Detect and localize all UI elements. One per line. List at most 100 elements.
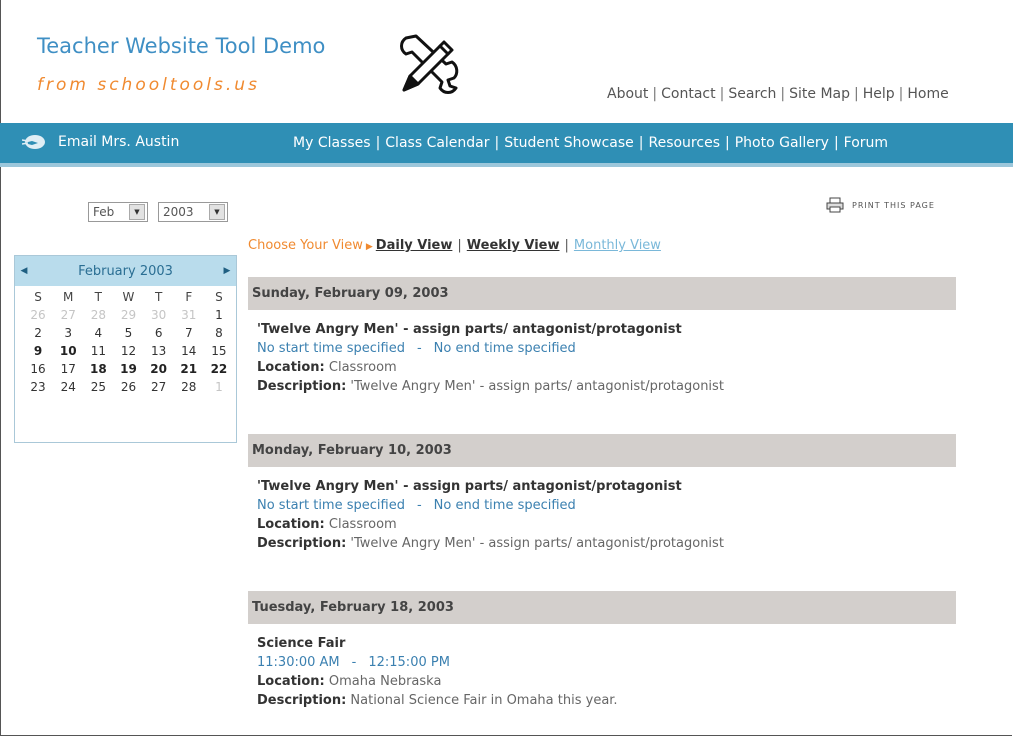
calendar-day[interactable]: 24 <box>53 380 83 394</box>
monthly-view-link[interactable]: Monthly View <box>574 238 661 253</box>
event-item: 'Twelve Angry Men' - assign parts/ antag… <box>248 310 956 396</box>
event-description-label: Description: <box>257 693 347 708</box>
calendar-day[interactable]: 16 <box>23 362 53 376</box>
calendar-day[interactable]: 10 <box>53 344 83 358</box>
calendar-day[interactable]: 15 <box>204 344 234 358</box>
day-header: Tuesday, February 18, 2003 <box>248 591 956 624</box>
calendar-day[interactable]: 1 <box>204 308 234 322</box>
weekday-label: T <box>154 290 163 304</box>
weekday-label: M <box>63 290 74 304</box>
month-select[interactable]: Feb ▼ <box>88 202 148 222</box>
print-page-label: PRINT THIS PAGE <box>852 200 935 210</box>
calendar-day[interactable]: 4 <box>83 326 113 340</box>
mini-calendar-title: February 2003 <box>78 263 173 279</box>
day-header: Sunday, February 09, 2003 <box>248 277 956 310</box>
weekday-label: W <box>122 290 135 304</box>
top-nav-contact[interactable]: Contact <box>661 86 715 102</box>
arrow-right-icon: ▶ <box>365 242 373 252</box>
site-title[interactable]: Teacher Website Tool Demo <box>37 34 325 58</box>
calendar-day[interactable]: 26 <box>23 308 53 322</box>
day-header: Monday, February 10, 2003 <box>248 434 956 467</box>
nav-photo-gallery[interactable]: Photo Gallery <box>735 135 829 151</box>
weekly-view-link[interactable]: Weekly View <box>467 238 560 253</box>
nav-class-calendar[interactable]: Class Calendar <box>385 135 489 151</box>
event-description: Description: 'Twelve Angry Men' - assign… <box>257 377 956 396</box>
calendar-day[interactable]: 17 <box>53 362 83 376</box>
calendar-day[interactable]: 12 <box>113 344 143 358</box>
calendar-day[interactable]: 18 <box>83 362 113 376</box>
top-nav-about[interactable]: About <box>607 86 648 102</box>
site-subtitle[interactable]: from schooltools.us <box>37 75 260 95</box>
event-description-label: Description: <box>257 536 347 551</box>
event-location-value: Classroom <box>328 360 397 375</box>
event-description-value: 'Twelve Angry Men' - assign parts/ antag… <box>350 536 724 551</box>
calendar-day[interactable]: 5 <box>113 326 143 340</box>
top-nav-site-map[interactable]: Site Map <box>789 86 850 102</box>
calendar-day[interactable]: 31 <box>174 308 204 322</box>
year-select-value: 2003 <box>163 205 194 219</box>
calendar-day[interactable]: 1 <box>204 380 234 394</box>
calendar-day[interactable]: 8 <box>204 326 234 340</box>
event-location: Location: Omaha Nebraska <box>257 672 956 691</box>
prev-month-icon[interactable]: ◀ <box>15 266 33 276</box>
calendar-day[interactable]: 13 <box>144 344 174 358</box>
calendar-day[interactable]: 28 <box>174 380 204 394</box>
event-description-label: Description: <box>257 379 347 394</box>
top-nav-home[interactable]: Home <box>907 86 948 102</box>
weekday-label: F <box>185 290 193 304</box>
calendar-day[interactable]: 3 <box>53 326 83 340</box>
calendar-day[interactable]: 14 <box>174 344 204 358</box>
top-nav-help[interactable]: Help <box>863 86 895 102</box>
pencil-wrench-icon <box>400 34 459 94</box>
weekday-label: T <box>94 290 103 304</box>
event-location: Location: Classroom <box>257 515 956 534</box>
email-icon <box>22 135 45 149</box>
top-nav: About | Contact | Search | Site Map | Help | Home <box>607 86 949 102</box>
daily-view-link[interactable]: Daily View <box>376 238 453 253</box>
calendar-day[interactable]: 20 <box>144 362 174 376</box>
mini-calendar: ◀ February 2003 ▶ S M T W T F S 26 27 28 29 30 31 1 2 3… <box>14 255 237 443</box>
calendar-day[interactable]: 23 <box>23 380 53 394</box>
calendar-day[interactable]: 30 <box>144 308 174 322</box>
event-end: No end time specified <box>433 498 576 513</box>
email-teacher-link[interactable]: Email Mrs. Austin <box>22 134 179 150</box>
year-select[interactable]: 2003 ▼ <box>158 202 228 222</box>
mini-calendar-grid: S M T W T F S 26 27 28 29 30 31 1 2 3 4 5 6 7 8 9 10 11 12 13 14 15… <box>15 286 236 394</box>
printer-icon <box>826 197 844 213</box>
event-time: No start time specified - No end time spec… <box>257 341 576 356</box>
event-description: Description: 'Twelve Angry Men' - assign… <box>257 534 956 553</box>
event-end: No end time specified <box>433 341 576 356</box>
calendar-day[interactable]: 29 <box>113 308 143 322</box>
event-title: Science Fair <box>257 636 346 651</box>
event-start: No start time specified <box>257 341 405 356</box>
weekday-label: S <box>34 290 42 304</box>
calendar-day[interactable]: 19 <box>113 362 143 376</box>
nav-forum[interactable]: Forum <box>844 135 888 151</box>
calendar-day[interactable]: 22 <box>204 362 234 376</box>
calendar-day[interactable]: 28 <box>83 308 113 322</box>
nav-my-classes[interactable]: My Classes <box>293 135 371 151</box>
chevron-down-icon: ▼ <box>209 204 225 220</box>
calendar-day[interactable]: 2 <box>23 326 53 340</box>
calendar-day[interactable]: 27 <box>53 308 83 322</box>
calendar-day[interactable]: 26 <box>113 380 143 394</box>
next-month-icon[interactable]: ▶ <box>218 266 236 276</box>
nav-resources[interactable]: Resources <box>648 135 720 151</box>
calendar-day[interactable]: 9 <box>23 344 53 358</box>
print-page-link[interactable]: PRINT THIS PAGE <box>826 197 935 213</box>
event-location-label: Location: <box>257 360 325 375</box>
top-nav-search[interactable]: Search <box>728 86 776 102</box>
nav-student-showcase[interactable]: Student Showcase <box>504 135 634 151</box>
event-location-label: Location: <box>257 674 325 689</box>
event-description: Description: National Science Fair in Om… <box>257 691 956 710</box>
calendar-day[interactable]: 21 <box>174 362 204 376</box>
calendar-day[interactable]: 27 <box>144 380 174 394</box>
event-start: 11:30:00 AM <box>257 655 340 670</box>
calendar-day[interactable]: 6 <box>144 326 174 340</box>
calendar-day[interactable]: 7 <box>174 326 204 340</box>
weekday-label: S <box>215 290 223 304</box>
calendar-day[interactable]: 11 <box>83 344 113 358</box>
email-teacher-label: Email Mrs. Austin <box>58 134 180 150</box>
calendar-day[interactable]: 25 <box>83 380 113 394</box>
event-location-value: Omaha Nebraska <box>328 674 442 689</box>
